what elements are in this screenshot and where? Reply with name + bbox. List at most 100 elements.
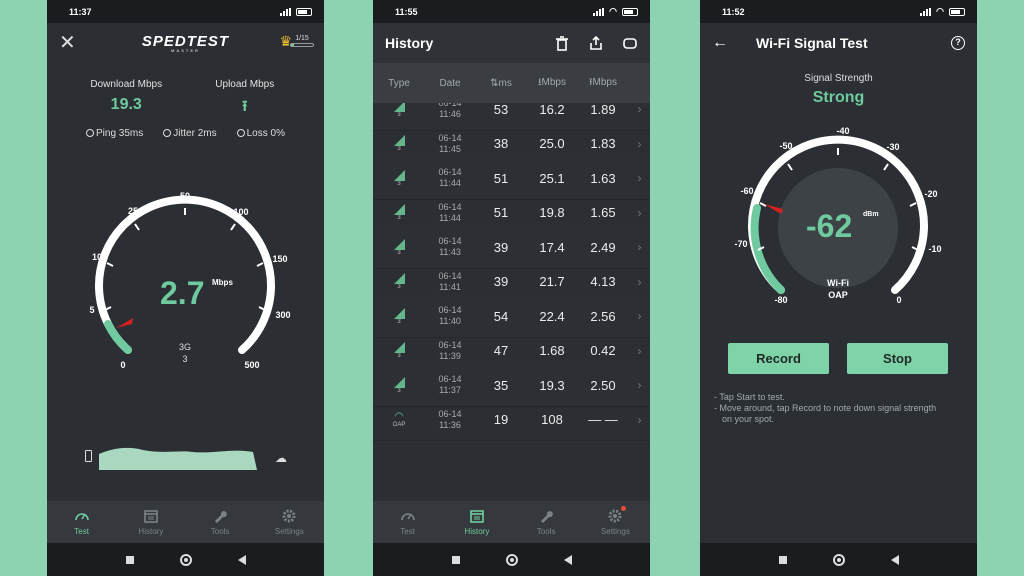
recents-button[interactable] <box>778 555 787 564</box>
row-type-label: 3 <box>397 111 401 118</box>
row-date: 06-14 <box>438 167 462 178</box>
column-type[interactable]: Type <box>373 78 425 89</box>
gauge-tick-label: -40 <box>836 126 849 136</box>
row-datetime: 06-14 11:37 <box>425 374 475 396</box>
tab-history[interactable]: History <box>116 501 185 543</box>
row-time: 11:44 <box>439 178 461 189</box>
row-ping: 54 <box>493 308 509 324</box>
home-button[interactable] <box>832 553 845 566</box>
back-button[interactable] <box>563 554 572 565</box>
row-upload: 2.50 <box>590 377 616 393</box>
battery-icon <box>949 7 965 16</box>
share-icon[interactable] <box>588 35 604 51</box>
wrench-icon <box>541 511 553 523</box>
signal-icon <box>593 7 605 16</box>
tab-test[interactable]: Test <box>373 501 442 543</box>
gauge-tick-label: 150 <box>272 254 287 264</box>
row-download: 1.68 <box>539 343 565 359</box>
gauge-tick-label: 0 <box>896 295 901 305</box>
gauge-tick-label: 50 <box>180 191 190 201</box>
back-arrow-icon[interactable]: ← <box>712 34 756 52</box>
row-type-label: 3 <box>397 180 401 187</box>
network-type: 3G 3 <box>173 341 197 365</box>
row-date: 06-14 <box>438 408 462 419</box>
ping-icon <box>86 129 95 137</box>
row-download: 22.4 <box>539 308 565 324</box>
row-date: 06-14 <box>438 132 462 143</box>
column-ping-label: ms <box>498 77 512 89</box>
loss-stat: Loss 0% <box>236 128 285 139</box>
tab-label: History <box>138 527 164 536</box>
home-button[interactable] <box>505 553 518 566</box>
row-ping: 35 <box>493 377 509 393</box>
bottom-navigation: Test History Tools Settings <box>47 501 324 543</box>
status-bar: 11:37 <box>47 0 324 23</box>
tab-tools[interactable]: Tools <box>512 501 581 543</box>
column-upload[interactable]: ⭱Mbps <box>577 75 629 92</box>
tab-history[interactable]: History <box>442 501 511 543</box>
app-header: ✕ SPEDTEST MASTER ♛ 1/15 <box>47 23 324 63</box>
upload-arrow-icon: ⭱ <box>242 98 248 115</box>
gauge-needle <box>116 318 133 328</box>
row-time: 11:43 <box>439 247 461 258</box>
stop-button[interactable]: Stop <box>847 343 948 374</box>
tab-settings[interactable]: Settings <box>581 501 650 543</box>
cellular-signal-icon <box>393 103 405 112</box>
home-button[interactable] <box>179 553 192 566</box>
chevron-right-icon: › <box>637 412 642 427</box>
download-metric: Download Mbps 19.3 <box>71 79 181 116</box>
vr-icon[interactable] <box>622 35 638 51</box>
current-speed: 2.7 <box>160 275 205 311</box>
ping-text: Ping 35ms <box>96 128 144 139</box>
signal-strength-value: Strong <box>812 89 865 106</box>
trash-icon[interactable] <box>554 35 570 51</box>
speedometer-icon <box>74 513 89 521</box>
row-type: 3 <box>373 169 425 187</box>
table-header: Type Date ⇅ms ⭳Mbps ⭱Mbps <box>373 63 650 103</box>
row-type-label: 3 <box>397 387 401 394</box>
status-icons: ◠ <box>593 6 638 17</box>
header-actions <box>554 35 638 51</box>
chevron-right-icon: › <box>637 171 642 186</box>
row-type-label: 3 <box>397 146 401 153</box>
column-date[interactable]: Date <box>425 78 475 89</box>
back-button[interactable] <box>890 554 899 565</box>
calendar-icon <box>144 510 158 523</box>
row-ping: 39 <box>493 274 509 290</box>
close-icon[interactable]: ✕ <box>59 33 76 53</box>
chevron-right-icon: › <box>637 309 642 324</box>
cloud-icon: ☁ <box>275 451 287 465</box>
cellular-signal-icon <box>393 307 405 319</box>
row-download: 19.3 <box>539 377 565 393</box>
row-ping: 53 <box>493 103 509 117</box>
jitter-icon <box>163 129 172 137</box>
help-icon[interactable]: ? <box>951 36 965 50</box>
gauge-tick-label: 10 <box>92 252 102 262</box>
history-row[interactable]: ◠ OAP 06-14 11:36 19 108— — › <box>373 400 650 441</box>
row-date: 06-14 <box>438 374 462 385</box>
gauge-tick-label: -50 <box>779 141 792 151</box>
tab-tools[interactable]: Tools <box>186 501 255 543</box>
row-download: 25.0 <box>539 136 565 152</box>
tab-label: History <box>464 527 490 536</box>
column-download[interactable]: ⭳Mbps <box>527 75 577 92</box>
cellular-signal-icon <box>393 169 405 181</box>
row-time: 11:45 <box>439 143 461 154</box>
wifi-status-icon: ◠ <box>936 6 944 16</box>
row-type: 3 <box>373 376 425 394</box>
column-ping[interactable]: ⇅ms <box>475 78 527 89</box>
row-upload: 2.56 <box>590 308 616 324</box>
row-download: 19.8 <box>539 205 565 221</box>
recents-button[interactable] <box>125 555 134 564</box>
row-time: 11:36 <box>439 419 461 430</box>
back-button[interactable] <box>237 554 246 565</box>
record-button[interactable]: Record <box>728 343 829 374</box>
battery-icon <box>622 7 638 16</box>
instruction-line: on your spot. <box>722 414 775 424</box>
signal-strength-label: Signal Strength <box>804 73 873 84</box>
tab-test[interactable]: Test <box>47 501 116 543</box>
recents-button[interactable] <box>451 555 460 564</box>
column-upload-label: Mbps <box>592 76 617 88</box>
tab-settings[interactable]: Settings <box>255 501 324 543</box>
quota-indicator: 1/15 <box>290 35 314 47</box>
